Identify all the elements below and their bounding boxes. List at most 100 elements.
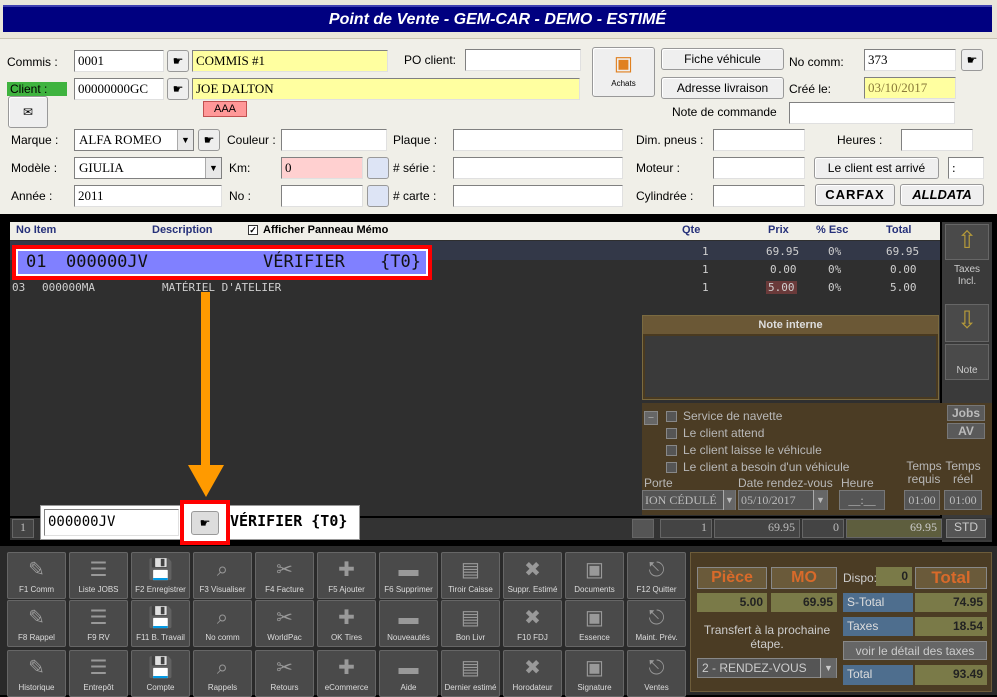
toolbar-button[interactable]: ✚ F5 Ajouter xyxy=(317,552,376,599)
entry-icon-button[interactable] xyxy=(632,519,654,538)
toolbar-label: Compte xyxy=(146,683,175,692)
toolbar-button[interactable]: ▣ Signature xyxy=(565,650,624,697)
toolbar-button[interactable]: ⌕ Rappels xyxy=(193,650,252,697)
km-input[interactable]: 0 xyxy=(281,157,363,179)
date-rv-select[interactable]: 05/10/2017 ▼ xyxy=(738,490,828,510)
move-down-button[interactable]: ⇩ xyxy=(945,304,989,342)
po-input[interactable] xyxy=(465,49,581,71)
toolbar-button[interactable]: 💾 F2 Enregistrer xyxy=(131,552,190,599)
commis-code-input[interactable]: 0001 xyxy=(74,50,164,72)
collapse-button[interactable]: – xyxy=(644,411,658,425)
fiche-vehicule-button[interactable]: Fiche véhicule xyxy=(661,48,784,70)
no-button[interactable] xyxy=(367,185,389,207)
sms-button[interactable]: ✉ xyxy=(8,96,48,128)
client-arrive-button[interactable]: Le client est arrivé xyxy=(814,157,939,179)
carte-input[interactable] xyxy=(453,185,623,207)
client-lookup-button[interactable]: ☛ xyxy=(167,78,189,100)
temps-reel-input[interactable]: 01:00 xyxy=(944,490,982,510)
entry-esc[interactable]: 0 xyxy=(802,519,844,538)
toolbar-button[interactable]: ✎ F1 Comm xyxy=(7,552,66,599)
toolbar-button[interactable]: ✖ Horodateur xyxy=(503,650,562,697)
toolbar-button[interactable]: ▬ Aide xyxy=(379,650,438,697)
toolbar-button[interactable]: ▬ Nouveautés xyxy=(379,600,438,647)
no-comm-lookup-button[interactable]: ☛ xyxy=(961,49,983,71)
toolbar-button[interactable]: ✖ F10 FDJ xyxy=(503,600,562,647)
toolbar-button[interactable]: 💾 Compte xyxy=(131,650,190,697)
besoin-checkbox[interactable]: Le client a besoin d'un véhicule xyxy=(666,460,849,474)
std-button[interactable]: STD xyxy=(946,519,986,538)
item-lookup-button[interactable]: ☛ xyxy=(191,511,219,535)
toolbar-button[interactable]: ☰ Liste JOBS xyxy=(69,552,128,599)
note-button[interactable]: Note xyxy=(945,344,989,380)
toolbar-button[interactable]: ✖ Suppr. Estimé xyxy=(503,552,562,599)
av-button[interactable]: AV xyxy=(947,423,985,439)
toolbar-button[interactable]: ✎ F8 Rappel xyxy=(7,600,66,647)
no-input[interactable] xyxy=(281,185,363,207)
table-row[interactable]: 03 000000MA MATÉRIEL D'ATELIER 1 5.00 0%… xyxy=(12,281,940,299)
moteur-input[interactable] xyxy=(713,157,805,179)
toolbar-button[interactable]: ⎋ Maint. Prév. xyxy=(627,600,686,647)
toolbar-button[interactable]: ▤ Bon Livr xyxy=(441,600,500,647)
heure-input[interactable]: __:__ xyxy=(839,490,885,510)
navette-checkbox[interactable]: Service de navette xyxy=(666,409,782,423)
row-esc: 0% xyxy=(828,245,842,258)
temps-requis-input[interactable]: 01:00 xyxy=(904,490,940,510)
no-comm-input[interactable]: 373 xyxy=(864,49,956,71)
toolbar-button[interactable]: ✂ WorldPac xyxy=(255,600,314,647)
marque-select[interactable]: ALFA ROMEO ▼ xyxy=(74,129,194,151)
attend-checkbox[interactable]: Le client attend xyxy=(666,426,764,440)
note-interne-textarea[interactable] xyxy=(645,336,936,397)
entry-price[interactable]: 69.95 xyxy=(714,519,800,538)
toolbar-button[interactable]: ▣ Documents xyxy=(565,552,624,599)
toolbar-button[interactable]: ☰ F9 RV xyxy=(69,600,128,647)
toolbar-button[interactable]: ✚ OK Tires xyxy=(317,600,376,647)
annee-input[interactable]: 2011 xyxy=(74,185,222,207)
heures-input[interactable] xyxy=(901,129,973,151)
serie-input[interactable] xyxy=(453,157,623,179)
achats-button[interactable]: ▣ Achats xyxy=(592,47,655,97)
toolbar-button[interactable]: ⌕ No comm xyxy=(193,600,252,647)
dim-pneus-input[interactable] xyxy=(713,129,805,151)
toolbar-button[interactable]: ▣ Essence xyxy=(565,600,624,647)
stotal-value: 74.95 xyxy=(915,593,987,612)
toolbar-button[interactable]: 💾 F11 B. Travail xyxy=(131,600,190,647)
toolbar-button[interactable]: ⎋ Ventes xyxy=(627,650,686,697)
toolbar-button[interactable]: ▤ Dernier estimé xyxy=(441,650,500,697)
toolbar-button[interactable]: ☰ Entrepôt xyxy=(69,650,128,697)
adresse-livraison-button[interactable]: Adresse livraison xyxy=(661,77,784,99)
highlighted-row[interactable]: 01 000000JV VÉRIFIER {T0} xyxy=(18,251,426,274)
memo-toggle[interactable]: ✓ Afficher Panneau Mémo xyxy=(248,224,388,236)
commis-lookup-button[interactable]: ☛ xyxy=(167,50,189,72)
step-select[interactable]: 2 - RENDEZ-VOUS ▼ xyxy=(697,658,837,678)
alldata-button[interactable]: ALLDATA xyxy=(900,184,984,206)
toolbar-button[interactable]: ▬ F6 Supprimer xyxy=(379,552,438,599)
taxes-incl-toggle[interactable]: Taxes Incl. xyxy=(945,262,989,302)
couleur-input[interactable] xyxy=(281,129,387,151)
client-code-input[interactable]: 00000000GC xyxy=(74,78,164,100)
detail-taxes-button[interactable]: voir le détail des taxes xyxy=(843,641,987,660)
modele-select[interactable]: GIULIA ▼ xyxy=(74,157,222,179)
jobs-button[interactable]: Jobs xyxy=(947,405,985,421)
temps-requis-label: Temps requis xyxy=(906,459,942,486)
carfax-button[interactable]: CARFAX xyxy=(815,184,895,206)
toolbar-button[interactable]: ✎ Historique xyxy=(7,650,66,697)
toolbar-button[interactable]: ⌕ F3 Visualiser xyxy=(193,552,252,599)
item-code-input[interactable]: 000000JV xyxy=(44,509,179,536)
marque-lookup-button[interactable]: ☛ xyxy=(198,129,220,151)
cylindree-input[interactable] xyxy=(713,185,805,207)
entry-qty[interactable]: 1 xyxy=(660,519,712,538)
checkbox-icon xyxy=(666,411,677,423)
plaque-input[interactable] xyxy=(453,129,623,151)
note-commande-input[interactable] xyxy=(789,102,955,124)
porte-select[interactable]: ION CÉDULÉ ▼ xyxy=(642,490,736,510)
toolbar-button[interactable]: ✂ Retours xyxy=(255,650,314,697)
toolbar-button[interactable]: ⎋ F12 Quitter xyxy=(627,552,686,599)
toolbar-button[interactable]: ▤ Tiroir Caisse xyxy=(441,552,500,599)
move-up-button[interactable]: ⇧ xyxy=(945,224,989,260)
row-esc: 0% xyxy=(828,263,842,276)
toolbar-button[interactable]: ✂ F4 Facture xyxy=(255,552,314,599)
laisse-checkbox[interactable]: Le client laisse le véhicule xyxy=(666,443,822,457)
toolbar-button[interactable]: ✚ eCommerce xyxy=(317,650,376,697)
km-button[interactable] xyxy=(367,157,389,179)
client-arrive-time[interactable]: : xyxy=(948,157,984,179)
